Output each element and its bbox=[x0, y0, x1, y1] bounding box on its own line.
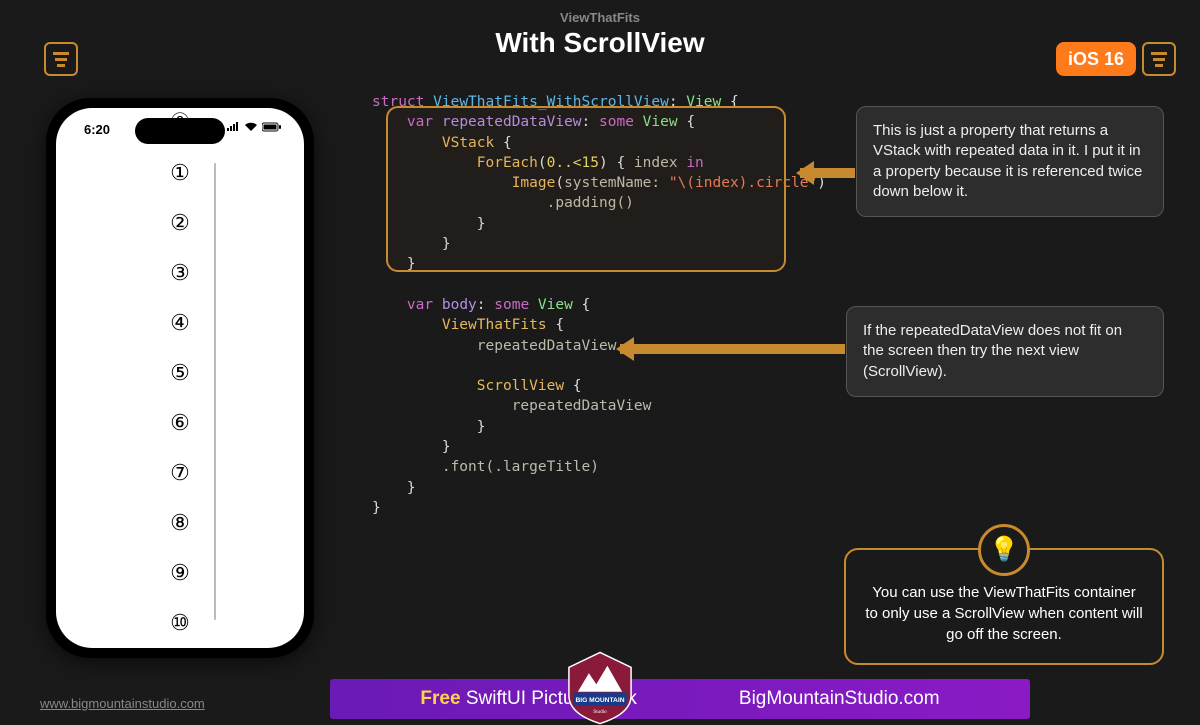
lightbulb-icon: 💡 bbox=[978, 524, 1030, 576]
code-block: struct ViewThatFits_WithScrollView: View… bbox=[372, 92, 826, 518]
filter-button-right[interactable] bbox=[1142, 42, 1176, 76]
filter-icon bbox=[53, 52, 69, 67]
footer-link[interactable]: www.bigmountainstudio.com bbox=[40, 696, 205, 711]
phone-notch bbox=[135, 118, 225, 144]
list-item: ⑥ bbox=[56, 398, 304, 448]
list-item: ④ bbox=[56, 298, 304, 348]
list-item: ② bbox=[56, 198, 304, 248]
phone-list: ① ② ③ ④ ⑤ ⑥ ⑦ ⑧ ⑨ ⑩ ⑪ bbox=[56, 148, 304, 648]
tip-text: You can use the ViewThatFits container t… bbox=[865, 584, 1142, 643]
page-title: With ScrollView bbox=[0, 27, 1200, 59]
filter-icon bbox=[1151, 52, 1167, 67]
callout-property: This is just a property that returns a V… bbox=[856, 106, 1164, 217]
ios-version-badge: iOS 16 bbox=[1056, 42, 1136, 76]
callout-fallback: If the repeatedDataView does not fit on … bbox=[846, 306, 1164, 397]
arrow-icon bbox=[620, 344, 845, 354]
phone-mockup: ⓪ 6:20 ① ② ③ ④ ⑤ ⑥ ⑦ ⑧ ⑨ ⑩ ⑪ bbox=[46, 98, 314, 658]
phone-screen: ⓪ 6:20 ① ② ③ ④ ⑤ ⑥ ⑦ ⑧ ⑨ ⑩ ⑪ bbox=[56, 108, 304, 648]
status-time: 6:20 bbox=[84, 122, 110, 137]
filter-button-left[interactable] bbox=[44, 42, 78, 76]
header-subtitle: ViewThatFits bbox=[0, 10, 1200, 25]
tip-box: 💡 You can use the ViewThatFits container… bbox=[844, 548, 1164, 665]
list-item: ⑤ bbox=[56, 348, 304, 398]
list-item: ⑧ bbox=[56, 498, 304, 548]
list-item: ⑨ bbox=[56, 548, 304, 598]
arrow-icon bbox=[800, 168, 855, 178]
brand-logo: BIG MOUNTAIN Studio bbox=[563, 651, 637, 725]
promo-banner[interactable]: Free SwiftUI Picture book BigMountainStu… bbox=[330, 679, 1030, 719]
scroll-indicator bbox=[214, 163, 216, 620]
list-item: ① bbox=[56, 148, 304, 198]
list-item: ⑩ bbox=[56, 598, 304, 648]
svg-text:Studio: Studio bbox=[593, 709, 607, 715]
list-item: ③ bbox=[56, 248, 304, 298]
svg-text:BIG MOUNTAIN: BIG MOUNTAIN bbox=[575, 697, 624, 704]
status-icons bbox=[226, 122, 282, 132]
list-item: ⑦ bbox=[56, 448, 304, 498]
